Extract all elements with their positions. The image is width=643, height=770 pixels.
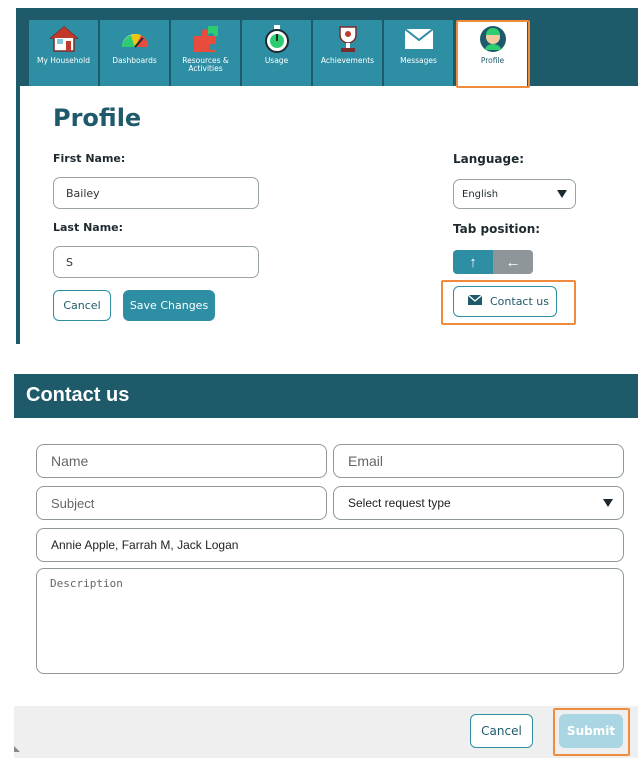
tab-label: Resources & Activities: [182, 56, 229, 73]
contact-cancel-button[interactable]: Cancel: [470, 714, 533, 748]
page-title: Profile: [53, 104, 142, 127]
last-name-label: Last Name:: [53, 221, 124, 234]
envelope-icon: [402, 24, 436, 54]
email-input[interactable]: Email: [333, 444, 624, 478]
tab-position-left-button[interactable]: ←: [493, 250, 533, 274]
language-select[interactable]: English: [453, 179, 576, 209]
request-type-select[interactable]: Select request type: [333, 486, 624, 520]
arrow-left-icon: ←: [505, 253, 521, 271]
house-icon: [47, 24, 81, 54]
tab-messages[interactable]: Messages: [384, 20, 454, 86]
tab-label: Usage: [264, 56, 289, 65]
tab-label: Messages: [400, 56, 437, 65]
panel-left-border: [16, 86, 20, 344]
submit-button-highlight: [553, 708, 630, 756]
chevron-down-icon: [603, 499, 613, 507]
arrow-up-icon: ↑: [469, 253, 477, 271]
tab-achievements[interactable]: Achievements: [313, 20, 383, 86]
recipients-field[interactable]: Annie Apple, Farrah M, Jack Logan: [36, 528, 624, 562]
tab-resources-activities[interactable]: Resources & Activities: [171, 20, 241, 86]
tab-position-up-button[interactable]: ↑: [453, 250, 493, 274]
dialog-footer: [14, 706, 638, 758]
gauge-icon: [118, 24, 152, 54]
trophy-icon: [331, 24, 365, 54]
language-label: Language:: [453, 152, 525, 166]
contact-button-highlight: [441, 280, 576, 325]
profile-tab-highlight: [456, 20, 530, 88]
tab-label: Dashboards: [112, 56, 157, 65]
top-nav-bar: My Household Dashboards Resources & Acti…: [16, 8, 638, 86]
subject-input[interactable]: Subject: [36, 486, 327, 520]
description-textarea[interactable]: Description: [36, 568, 624, 674]
tab-label: Achievements: [320, 56, 375, 65]
first-name-field[interactable]: Bailey: [53, 177, 259, 209]
puzzle-icon: [189, 24, 223, 54]
tab-dashboards[interactable]: Dashboards: [100, 20, 170, 86]
tab-my-household[interactable]: My Household: [29, 20, 99, 86]
contact-dialog-title: Contact us: [26, 384, 130, 406]
stopwatch-icon: [260, 24, 294, 54]
tab-usage[interactable]: Usage: [242, 20, 312, 86]
tab-label: My Household: [37, 56, 90, 65]
chevron-down-icon: [557, 190, 567, 198]
save-changes-button[interactable]: Save Changes: [123, 290, 215, 321]
tab-position-label: Tab position:: [453, 222, 541, 236]
request-type-value: Select request type: [348, 496, 451, 510]
name-input[interactable]: Name: [36, 444, 327, 478]
first-name-label: First Name:: [53, 152, 126, 165]
profile-cancel-button[interactable]: Cancel: [53, 290, 111, 321]
language-value: English: [462, 188, 499, 200]
last-name-field[interactable]: S: [53, 246, 259, 278]
